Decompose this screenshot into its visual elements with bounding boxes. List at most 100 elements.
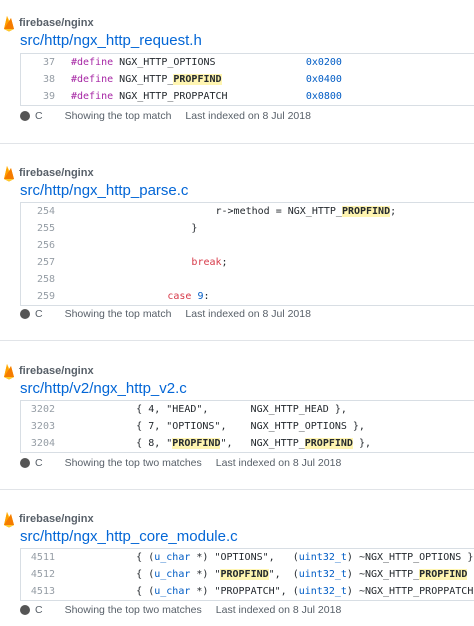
line-number[interactable]: 3202 — [21, 401, 55, 418]
code-token: { 4, "HEAD", NGX_HTTP_HEAD }, — [88, 404, 347, 415]
file-path-link[interactable]: src/http/ngx_http_parse.c — [20, 182, 188, 199]
code-token: NGX_HTTP_PROPPATCH — [119, 91, 228, 102]
code-token: 0x0800 — [305, 91, 342, 102]
repo-row: firebase/nginx — [0, 360, 94, 382]
code-token: { 8, " — [88, 438, 173, 449]
code-line: 256 — [21, 237, 474, 254]
match-summary: Showing the top match — [64, 110, 172, 122]
code-token: u_char — [154, 569, 191, 580]
result-meta: C Showing the top match Last indexed on 8 … — [20, 306, 311, 322]
code-token: u_char — [154, 552, 191, 563]
code-text: { (u_char *) "PROPFIND", (uint32_t) ~NGX… — [88, 566, 474, 583]
code-snippet[interactable]: 254 r->method = NGX_HTTP_PROPFIND; 255 } 2… — [20, 202, 474, 306]
line-number[interactable]: 4511 — [21, 549, 55, 566]
code-snippet[interactable]: 3202 { 4, "HEAD", NGX_HTTP_HEAD }, 3203 {… — [20, 400, 474, 453]
language-label: C — [35, 110, 43, 122]
code-token: u_char — [154, 586, 191, 597]
code-token: *) "OPTIONS", ( — [190, 552, 299, 563]
code-token: }, — [467, 569, 474, 580]
code-token: : — [203, 291, 210, 302]
repo-row: firebase/nginx — [0, 12, 94, 34]
line-number[interactable]: 39 — [21, 88, 55, 105]
file-path-link[interactable]: src/http/v2/ngx_http_v2.c — [20, 380, 187, 397]
line-number[interactable]: 255 — [21, 220, 55, 237]
repo-name-link[interactable]: firebase/nginx — [19, 513, 94, 525]
code-line: 259 case 9: — [21, 288, 474, 305]
language-label: C — [35, 604, 43, 616]
match-highlight: PROPFIND — [173, 74, 222, 85]
match-summary: Showing the top two matches — [64, 457, 202, 469]
code-line: 258 — [21, 271, 474, 288]
code-text: { 4, "HEAD", NGX_HTTP_HEAD }, — [88, 401, 347, 418]
result-meta: C Showing the top two matches Last indexed… — [20, 455, 341, 471]
line-number[interactable]: 3204 — [21, 435, 55, 452]
repo-row: firebase/nginx — [0, 162, 94, 184]
line-number[interactable]: 256 — [21, 237, 55, 254]
line-number[interactable]: 3203 — [21, 418, 55, 435]
last-indexed: Last indexed on 8 Jul 2018 — [215, 457, 342, 469]
code-snippet[interactable]: 37 #define NGX_HTTP_OPTIONS 0x0200 38 #defi… — [20, 53, 474, 106]
line-number[interactable]: 254 — [21, 203, 55, 220]
language-color-dot — [20, 605, 30, 615]
code-token: }, — [352, 438, 371, 449]
code-token: { 7, "OPTIONS", NGX_HTTP_OPTIONS }, — [88, 421, 365, 432]
last-indexed: Last indexed on 8 Jul 2018 — [185, 110, 311, 122]
repo-row: firebase/nginx — [0, 508, 94, 530]
code-token: #define — [71, 91, 120, 102]
code-text: #define NGX_HTTP_OPTIONS 0x0200 — [71, 54, 342, 71]
code-text: { 8, "PROPFIND", NGX_HTTP_PROPFIND }, — [88, 435, 371, 452]
match-highlight: PROPFIND — [172, 438, 221, 449]
code-token: ) ~NGX_HTTP_PROPPATCH }, — [346, 586, 474, 597]
result-meta: C Showing the top match Last indexed on 8 … — [20, 108, 311, 124]
match-summary: Showing the top two matches — [64, 604, 202, 616]
code-line: 38 #define NGX_HTTP_PROPFIND 0x0400 — [21, 71, 474, 88]
code-token: ; — [390, 206, 397, 217]
code-text: r->method = NGX_HTTP_PROPFIND; — [71, 203, 396, 220]
repo-name-link[interactable]: firebase/nginx — [19, 17, 94, 29]
code-text: break; — [71, 254, 228, 271]
result-divider — [0, 143, 474, 144]
code-line: 3203 { 7, "OPTIONS", NGX_HTTP_OPTIONS }, — [21, 418, 474, 435]
line-number[interactable]: 37 — [21, 54, 55, 71]
code-token: ", ( — [268, 569, 299, 580]
line-number[interactable]: 4512 — [21, 566, 55, 583]
code-snippet[interactable]: 4511 { (u_char *) "OPTIONS", (uint32_t) … — [20, 548, 474, 601]
code-line: 4511 { (u_char *) "OPTIONS", (uint32_t) … — [21, 549, 474, 566]
code-line: 255 } — [21, 220, 474, 237]
file-path-link[interactable]: src/http/ngx_http_core_module.c — [20, 528, 238, 545]
code-line: 39 #define NGX_HTTP_PROPPATCH 0x0800 — [21, 88, 474, 105]
code-token: ", NGX_HTTP_ — [220, 438, 305, 449]
repo-name-link[interactable]: firebase/nginx — [19, 167, 94, 179]
firebase-flame-icon — [2, 362, 16, 380]
code-token: uint32_t — [298, 552, 347, 563]
code-text: { (u_char *) "PROPPATCH", (uint32_t) ~NG… — [88, 583, 474, 600]
language-color-dot — [20, 111, 30, 121]
code-token: ; — [221, 257, 228, 268]
code-line: 4513 { (u_char *) "PROPPATCH", (uint32_t… — [21, 583, 474, 600]
code-token: *) " — [190, 569, 221, 580]
language-color-dot — [20, 458, 30, 468]
code-token: { ( — [88, 552, 155, 563]
language-label: C — [35, 457, 43, 469]
code-text: #define NGX_HTTP_PROPFIND 0x0400 — [71, 71, 342, 88]
code-token: case — [167, 291, 192, 302]
result-meta: C Showing the top two matches Last indexed… — [20, 602, 341, 618]
line-number[interactable]: 259 — [21, 288, 55, 305]
line-number[interactable]: 4513 — [21, 583, 55, 600]
line-number[interactable]: 38 — [21, 71, 55, 88]
firebase-flame-icon — [2, 14, 16, 32]
repo-name-link[interactable]: firebase/nginx — [19, 365, 94, 377]
code-text: #define NGX_HTTP_PROPPATCH 0x0800 — [71, 88, 342, 105]
code-line: 3202 { 4, "HEAD", NGX_HTTP_HEAD }, — [21, 401, 474, 418]
code-token: uint32_t — [298, 586, 347, 597]
match-highlight: PROPFIND — [341, 206, 391, 217]
code-line: 4512 { (u_char *) "PROPFIND", (uint32_t)… — [21, 566, 474, 583]
file-path-link[interactable]: src/http/ngx_http_request.h — [20, 32, 202, 49]
line-number[interactable]: 257 — [21, 254, 55, 271]
line-number[interactable]: 258 — [21, 271, 55, 288]
code-token: uint32_t — [298, 569, 347, 580]
